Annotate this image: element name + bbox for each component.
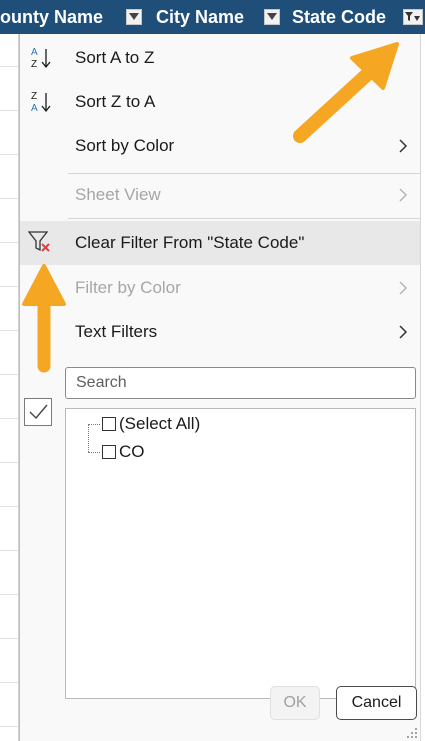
menu-item-filter-by-color: Filter by Color — [20, 266, 420, 310]
cancel-button[interactable]: Cancel — [336, 686, 417, 720]
menu-item-sheet-view: Sheet View — [20, 173, 420, 217]
chevron-right-icon — [399, 188, 408, 202]
tree-connector — [88, 424, 100, 425]
checkmark-icon — [24, 398, 52, 426]
select-all-checkbox[interactable] — [102, 417, 116, 431]
co-checkbox[interactable] — [102, 445, 116, 459]
menu-item-text-filters[interactable]: Text Filters — [20, 310, 420, 354]
chevron-down-icon — [267, 13, 277, 20]
state-filter-active-button[interactable] — [403, 9, 423, 25]
tree-connector — [88, 424, 89, 452]
sheet-grid-background — [0, 34, 19, 741]
chevron-down-icon — [129, 13, 139, 20]
text-filters-label: Text Filters — [75, 322, 158, 341]
svg-text:A: A — [31, 47, 38, 58]
clear-filter-icon — [27, 231, 50, 252]
svg-text:A: A — [31, 103, 38, 114]
svg-text:Z: Z — [31, 91, 37, 102]
sort-by-color-label: Sort by Color — [75, 136, 175, 155]
column-header-state-code: State Code — [292, 7, 387, 27]
list-item-co[interactable]: CO — [102, 440, 145, 464]
annotation-arrow-icon — [293, 42, 399, 143]
sort-a-to-z-label: Sort A to Z — [75, 48, 155, 67]
chevron-right-icon — [399, 325, 408, 339]
list-item-select-all[interactable]: (Select All) — [102, 412, 200, 436]
filter-active-icon — [405, 12, 420, 21]
sort-descending-icon: Z A — [31, 91, 51, 114]
column-header-row: ounty Name City Name State Code — [0, 0, 425, 34]
annotation-arrow-icon — [22, 264, 66, 373]
filter-by-color-label: Filter by Color — [75, 278, 181, 297]
county-filter-dropdown-button[interactable] — [126, 9, 142, 25]
menu-separator — [68, 218, 420, 219]
menu-item-clear-filter[interactable]: Clear Filter From "State Code" — [20, 221, 420, 265]
filter-search-input[interactable] — [65, 367, 416, 399]
resize-grip-icon[interactable] — [406, 727, 418, 739]
chevron-right-icon — [399, 281, 408, 295]
co-label: CO — [119, 442, 145, 461]
svg-text:Z: Z — [31, 59, 37, 70]
sheet-view-label: Sheet View — [75, 185, 161, 204]
excel-filter-screenshot: ounty Name City Name State Code A Z Sort… — [0, 0, 425, 741]
sort-z-to-a-label: Sort Z to A — [75, 92, 156, 111]
city-filter-dropdown-button[interactable] — [264, 9, 280, 25]
ok-button[interactable]: OK — [270, 686, 320, 720]
column-header-city-name: City Name — [156, 7, 245, 27]
tree-connector — [88, 452, 100, 453]
column-header-county-name: ounty Name — [0, 7, 104, 27]
sort-ascending-icon: A Z — [31, 47, 51, 70]
select-all-label: (Select All) — [119, 414, 201, 433]
filter-values-list[interactable]: (Select All) CO — [65, 408, 416, 699]
sheet-right-edge — [421, 34, 425, 741]
clear-filter-label: Clear Filter From "State Code" — [75, 233, 305, 252]
